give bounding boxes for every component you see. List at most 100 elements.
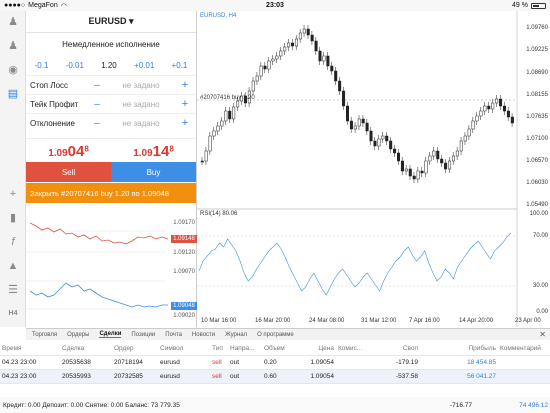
col-deal[interactable]: Сделка bbox=[60, 345, 112, 352]
candle-body bbox=[463, 135, 467, 142]
col-comment[interactable]: Комментарий bbox=[498, 345, 550, 352]
minus-icon[interactable]: – bbox=[90, 80, 104, 91]
tab-about[interactable]: О программе bbox=[257, 332, 294, 338]
bid-price-tag: 1.09148 bbox=[171, 235, 197, 243]
candle-body bbox=[345, 105, 350, 122]
col-direction[interactable]: Напра... bbox=[228, 345, 262, 352]
execution-type[interactable]: Немедленное исполнение bbox=[26, 33, 196, 55]
candle-body bbox=[377, 138, 381, 147]
candles-icon[interactable]: ▮ bbox=[6, 211, 20, 225]
candle-body bbox=[283, 46, 287, 52]
rsi-label: RSI(14) 80.06 bbox=[200, 211, 238, 217]
date-tick: 14 Apr 20:00 bbox=[459, 318, 494, 324]
volume-value[interactable]: 1.20 bbox=[101, 61, 117, 70]
price-chart[interactable]: EURUSD, H4 #20707416 buy 1.20 1.09760 1.… bbox=[197, 11, 550, 327]
buy-price: 1.09148 bbox=[133, 143, 174, 160]
chart-canvas[interactable] bbox=[197, 11, 550, 327]
candle-body bbox=[428, 155, 432, 162]
chat-icon[interactable]: ◉ bbox=[6, 63, 20, 77]
col-time[interactable]: Время bbox=[0, 345, 60, 352]
candle-body bbox=[451, 155, 455, 162]
date-tick: 16 Mar 20:00 bbox=[255, 318, 291, 324]
symbol-selector[interactable]: EURUSD ▾ bbox=[26, 11, 196, 33]
tab-trade[interactable]: Торговля bbox=[32, 332, 57, 338]
candle-body bbox=[334, 70, 338, 82]
candle-body bbox=[440, 158, 444, 164]
table-row[interactable]: 04.23 23:00 20535993 20732585 eurusd sel… bbox=[0, 370, 550, 384]
tab-news[interactable]: Новости bbox=[192, 332, 215, 338]
tab-journal[interactable]: Журнал bbox=[225, 332, 247, 338]
minus-icon[interactable]: – bbox=[90, 99, 104, 110]
plus-icon[interactable]: + bbox=[178, 117, 192, 129]
candle-body bbox=[294, 38, 298, 47]
price-tick: 1.07635 bbox=[526, 114, 548, 120]
plus-icon[interactable]: + bbox=[178, 98, 192, 110]
plus-icon[interactable]: + bbox=[178, 79, 192, 91]
tab-mail[interactable]: Почта bbox=[165, 332, 182, 338]
table-row[interactable]: 04.23 23:00 20535638 20718194 eurusd sel… bbox=[0, 356, 550, 370]
col-commission[interactable]: Комис... bbox=[336, 345, 370, 352]
chart-symbol-label: EURUSD, H4 bbox=[200, 13, 237, 19]
crosshair-icon[interactable]: + bbox=[6, 187, 20, 201]
candle-body bbox=[408, 168, 412, 177]
candle-body bbox=[475, 115, 479, 122]
col-volume[interactable]: Объем bbox=[262, 345, 302, 352]
col-order[interactable]: Ордер bbox=[112, 345, 158, 352]
col-symbol[interactable]: Символ bbox=[158, 345, 210, 352]
candle-body bbox=[279, 50, 283, 57]
price-row: 1.09048 1.09148 bbox=[26, 138, 196, 162]
candle-body bbox=[326, 55, 330, 67]
tab-orders[interactable]: Ордеры bbox=[67, 332, 89, 338]
date-tick: 31 Mar 12:00 bbox=[361, 318, 397, 324]
people-icon[interactable]: ♟ bbox=[6, 39, 20, 53]
candle-body bbox=[263, 65, 267, 70]
new-order-icon[interactable]: ▤ bbox=[6, 87, 20, 101]
candle-body bbox=[236, 100, 240, 108]
take-profit-input[interactable]: не задано bbox=[104, 100, 178, 109]
timeframe-button[interactable]: H4 bbox=[6, 307, 20, 321]
candle-body bbox=[393, 148, 397, 154]
volume-plus-0.1[interactable]: +0.1 bbox=[172, 61, 188, 70]
stop-loss-input[interactable]: не задано bbox=[104, 81, 178, 90]
candle-body bbox=[365, 122, 369, 132]
candle-body bbox=[287, 42, 291, 48]
col-profit[interactable]: Прибыль bbox=[420, 345, 498, 352]
candle-body bbox=[208, 135, 212, 152]
col-type[interactable]: Тип bbox=[210, 345, 228, 352]
candle-body bbox=[495, 98, 499, 104]
clock: 23:03 bbox=[266, 2, 284, 9]
tab-deals[interactable]: Сделки bbox=[99, 331, 122, 338]
price-tick: 1.06030 bbox=[526, 180, 548, 186]
candle-body bbox=[432, 150, 436, 157]
volume-minus-0.1[interactable]: -0.1 bbox=[35, 61, 49, 70]
candle-body bbox=[455, 150, 459, 157]
candle-body bbox=[322, 55, 326, 62]
col-swap[interactable]: Своп bbox=[370, 345, 420, 352]
trade-buttons: Sell Buy bbox=[26, 162, 196, 182]
rsi-tick: 0.00 bbox=[536, 309, 548, 315]
price-tick: 1.06570 bbox=[526, 158, 548, 164]
buy-button[interactable]: Buy bbox=[111, 162, 196, 182]
candle-body bbox=[420, 170, 424, 174]
date-tick: 24 Mar 08:00 bbox=[309, 318, 345, 324]
close-icon[interactable]: ✕ bbox=[539, 330, 546, 339]
order-panel: EURUSD ▾ Немедленное исполнение -0.1 -0.… bbox=[26, 11, 197, 327]
deals-table: Время Сделка Ордер Символ Тип Напра... О… bbox=[0, 341, 550, 384]
tab-positions[interactable]: Позиции bbox=[131, 332, 155, 338]
chart-type-icon[interactable]: ☰ bbox=[6, 283, 20, 297]
ask-tick-line bbox=[26, 280, 168, 310]
volume-minus-0.01[interactable]: -0.01 bbox=[66, 61, 84, 70]
deviation-input[interactable]: не задано bbox=[104, 119, 178, 128]
minus-icon[interactable]: – bbox=[90, 118, 104, 129]
sell-button[interactable]: Sell bbox=[26, 162, 111, 182]
volume-plus-0.01[interactable]: +0.01 bbox=[134, 61, 154, 70]
function-icon[interactable]: f bbox=[6, 235, 20, 249]
price-tick: 1.08690 bbox=[526, 70, 548, 76]
rsi-tick: 100.00 bbox=[529, 211, 548, 217]
deviation-field: Отклонение – не задано + bbox=[26, 113, 196, 132]
objects-icon[interactable]: ▲ bbox=[6, 259, 20, 273]
close-position-button[interactable]: Закрыть #20707416 buy 1.20 по 1.09048 bbox=[26, 183, 196, 203]
person-icon[interactable]: ♟ bbox=[6, 15, 20, 29]
col-price[interactable]: Цена bbox=[302, 345, 336, 352]
mini-tick-label: 1.09120 bbox=[173, 250, 195, 256]
